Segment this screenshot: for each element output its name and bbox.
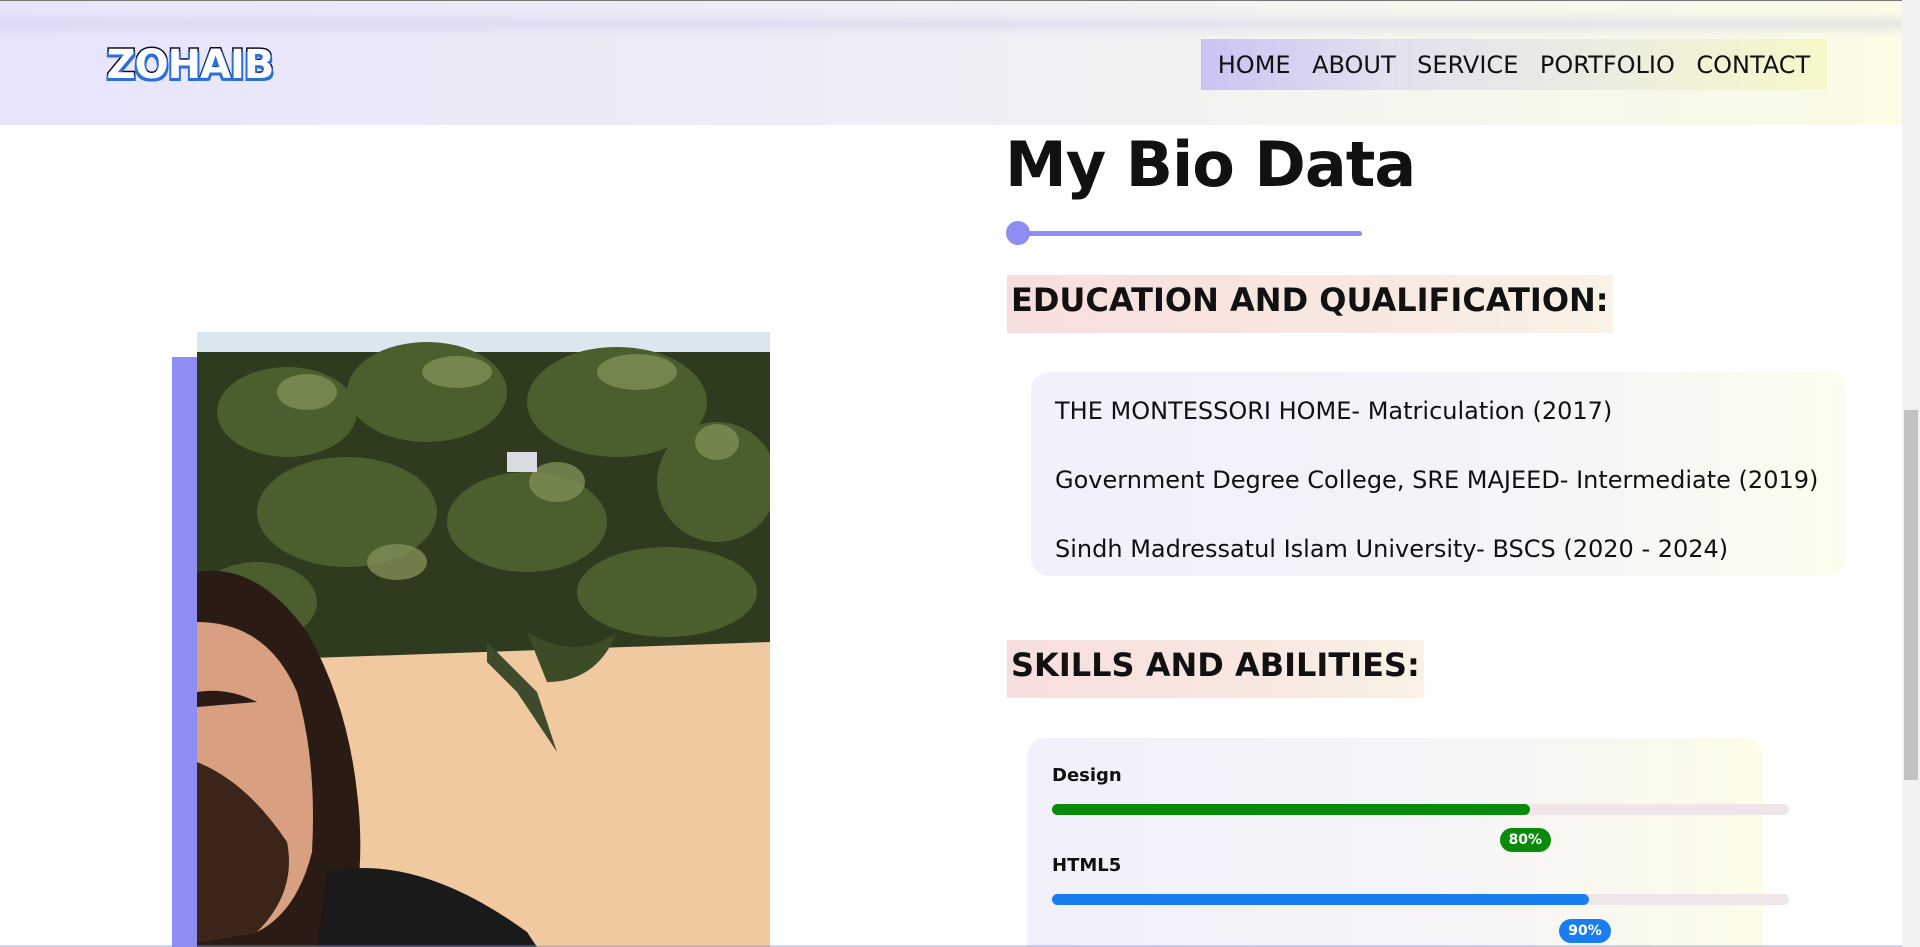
nav-about[interactable]: ABOUT xyxy=(1312,51,1396,79)
education-item: THE MONTESSORI HOME- Matriculation (2017… xyxy=(1055,397,1613,425)
profile-photo xyxy=(197,332,770,947)
title-underline-dot xyxy=(1006,221,1030,245)
skills-heading: SKILLS AND ABILITIES: xyxy=(1007,640,1424,698)
photo-accent-bar xyxy=(172,357,197,947)
skill-label-design: Design xyxy=(1052,765,1122,786)
site-logo[interactable]: ZOHAIB xyxy=(104,37,276,93)
portrait-photo-icon xyxy=(197,332,770,947)
skill-track-html5 xyxy=(1052,894,1789,905)
nav-contact[interactable]: CONTACT xyxy=(1696,51,1810,79)
skill-label-html5: HTML5 xyxy=(1052,855,1122,876)
skill-track-design xyxy=(1052,804,1789,815)
nav-service[interactable]: SERVICE xyxy=(1417,51,1518,79)
bio-title: My Bio Data xyxy=(1005,128,1416,201)
site-header: ZOHAIB HOME ABOUT SERVICE PORTFOLIO CONT… xyxy=(0,0,1902,125)
education-item: Government Degree College, SRE MAJEED- I… xyxy=(1055,466,1819,494)
main-nav: HOME ABOUT SERVICE PORTFOLIO CONTACT xyxy=(1201,39,1827,90)
education-heading: EDUCATION AND QUALIFICATION: xyxy=(1007,275,1613,333)
skill-fill-design xyxy=(1052,804,1530,815)
skills-card xyxy=(1027,738,1763,947)
skill-badge-design: 80% xyxy=(1499,828,1552,852)
nav-home[interactable]: HOME xyxy=(1218,51,1291,79)
education-card: THE MONTESSORI HOME- Matriculation (2017… xyxy=(1031,372,1845,576)
page-scrollbar-thumb[interactable] xyxy=(1904,410,1918,780)
education-item: Sindh Madressatul Islam University- BSCS… xyxy=(1055,535,1729,563)
nav-portfolio[interactable]: PORTFOLIO xyxy=(1540,51,1675,79)
skill-fill-html5 xyxy=(1052,894,1590,905)
skill-badge-html5: 90% xyxy=(1559,919,1611,943)
title-underline xyxy=(1017,231,1362,236)
